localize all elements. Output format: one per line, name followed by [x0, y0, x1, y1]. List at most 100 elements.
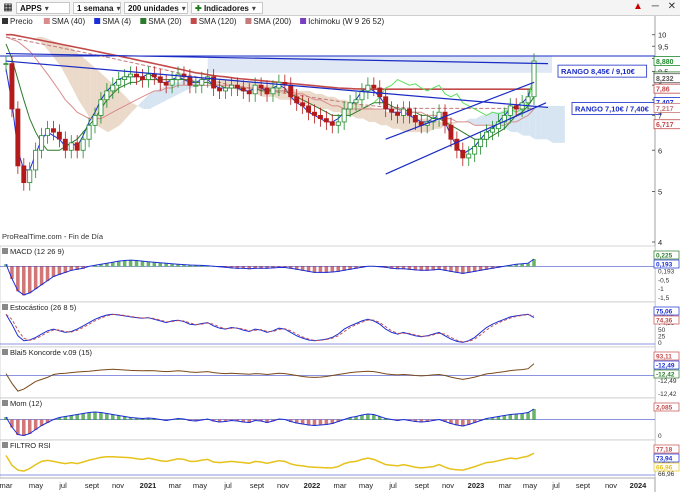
panel-bg: [0, 245, 656, 303]
candle-body: [33, 149, 39, 171]
candle-body: [21, 165, 27, 184]
panel-bg: [0, 439, 656, 479]
candle-body: [389, 108, 395, 113]
x-tick-label: may: [29, 481, 43, 490]
panel-badge-text: 93,11: [656, 354, 672, 361]
kumo-cell: [481, 115, 488, 126]
candle-body: [335, 121, 341, 126]
price-badge-text: 6,717: [656, 122, 674, 129]
annotation-range-high-text: RANGO 8,45€ / 9,10€: [561, 67, 636, 76]
candle-body: [270, 87, 276, 95]
panel-icon: [2, 442, 8, 448]
panel-label-text: Mom (12): [10, 399, 43, 408]
candle-body: [246, 90, 252, 95]
legend-label: SMA (200): [253, 17, 291, 26]
x-tick-label: mar: [499, 481, 512, 490]
panel-badge-text: -12,42: [656, 372, 675, 379]
histogram-bar: [318, 266, 323, 273]
candle-body: [68, 142, 74, 151]
panel-icon: [2, 304, 8, 310]
candle-body: [62, 138, 68, 151]
kumo-cell: [78, 53, 85, 110]
candle-body: [312, 111, 317, 116]
symbol-selector[interactable]: APPS ▾: [16, 2, 70, 14]
histogram-bar: [51, 266, 56, 277]
panel-bg: [0, 346, 656, 399]
panel-bg: [0, 301, 656, 348]
kumo-cell: [552, 105, 559, 143]
x-tick-label: nov: [277, 481, 289, 490]
panel-y-tick: 0: [658, 433, 662, 440]
candle-body: [507, 105, 513, 116]
candle-body: [240, 87, 246, 92]
histogram-bar: [152, 262, 157, 267]
candle-body: [341, 108, 347, 123]
x-tick-label: mar: [169, 481, 182, 490]
candle-body: [217, 87, 223, 92]
histogram-bar: [10, 266, 14, 280]
candle-body: [525, 96, 531, 104]
histogram-bar: [45, 266, 50, 282]
indicators-icon: ✚: [195, 4, 202, 13]
candle-body: [50, 128, 56, 133]
panel-mom: Mom (12)2,08502,085: [0, 397, 680, 441]
price-badge-text: 8,880: [656, 59, 674, 66]
candle-body: [163, 81, 169, 86]
panel-label-text: FILTRO RSI: [10, 441, 51, 450]
candle-body: [74, 142, 80, 151]
candle-body: [56, 131, 62, 140]
grid-icon[interactable]: ▦: [2, 2, 14, 14]
legend-label: Precio: [10, 17, 33, 26]
x-tick-label: mar: [0, 481, 13, 490]
y-tick-label: 4: [658, 238, 662, 247]
legend-swatch: [190, 18, 197, 24]
price-badge-text: 7,86: [656, 87, 670, 94]
units-selector[interactable]: 200 unidades ▾: [124, 2, 188, 14]
candle-body: [353, 99, 359, 104]
panel-label-text: Blai5 Koncorde v.09 (15): [10, 348, 92, 357]
indicators-button[interactable]: ✚ Indicadores ▾: [191, 2, 263, 14]
x-tick-label: sept: [85, 481, 100, 490]
histogram-bar: [22, 266, 26, 296]
price-badge-text: 7,217: [656, 106, 674, 113]
histogram-bar: [93, 412, 97, 420]
x-tick-label: 2024: [630, 481, 648, 490]
histogram-bar: [520, 413, 524, 420]
close-icon[interactable]: ✕: [668, 1, 676, 12]
minimize-icon[interactable]: ─: [652, 1, 659, 12]
y-tick-label: 5: [658, 188, 662, 197]
candle-body: [27, 169, 33, 184]
alert-icon[interactable]: ▲: [633, 1, 643, 12]
candle-body: [371, 84, 377, 89]
candle-body: [478, 138, 484, 147]
legend-label: Ichimoku (W 9 26 52): [308, 17, 384, 26]
x-tick-label: sept: [576, 481, 591, 490]
candle-body: [347, 102, 353, 110]
histogram-bar: [366, 414, 370, 420]
candle-body: [134, 73, 139, 78]
candle-body: [406, 108, 412, 116]
toolbar: ▦ APPS ▾ 1 semana ▾ 200 unidades ▾ ✚ Indica…: [0, 0, 680, 16]
legend-swatch: [43, 18, 50, 24]
panel-badge-text: -12,49: [656, 363, 675, 370]
candle-body: [454, 138, 460, 151]
legend-swatch: [300, 18, 307, 24]
histogram-bar: [128, 260, 133, 267]
candle-body: [3, 63, 9, 66]
panel-icon: [2, 248, 8, 254]
legend-label: SMA (20): [148, 17, 182, 26]
timeframe-selector[interactable]: 1 semana ▾: [73, 2, 121, 14]
histogram-bar: [22, 419, 26, 436]
panel-badge-text: 0,225: [656, 253, 673, 260]
panel-label: MACD (12 26 9): [2, 247, 65, 256]
x-tick-label: jul: [223, 481, 232, 490]
histogram-bar: [27, 419, 32, 434]
chevron-down-icon: ▾: [44, 4, 49, 13]
candle-body: [264, 87, 270, 95]
candle-body: [383, 96, 389, 110]
panel-y-tick: -12,42: [658, 391, 677, 398]
candle-body: [448, 124, 454, 140]
candle-body: [193, 84, 199, 87]
candle-body: [294, 96, 300, 104]
panel-badge-text: 77,18: [656, 447, 673, 454]
